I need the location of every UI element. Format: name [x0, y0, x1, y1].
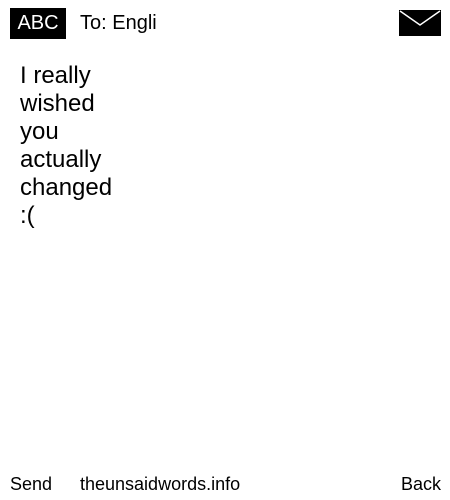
site-label: theunsaidwords.info [80, 474, 241, 494]
message-line: wished [20, 90, 95, 117]
message-line: changed [20, 174, 113, 201]
input-mode-indicator: ABC [10, 8, 66, 39]
envelope-icon [399, 10, 441, 36]
send-softkey[interactable]: Send [10, 470, 52, 498]
back-softkey[interactable]: Back [401, 470, 441, 498]
message-body[interactable]: I really wished you actually changed :( [20, 62, 200, 230]
message-line: you [20, 118, 59, 145]
message-line: I really [20, 62, 91, 89]
message-line: :( [20, 202, 35, 229]
message-line: actually [20, 146, 102, 173]
recipient-field: To: Engli [80, 12, 157, 34]
